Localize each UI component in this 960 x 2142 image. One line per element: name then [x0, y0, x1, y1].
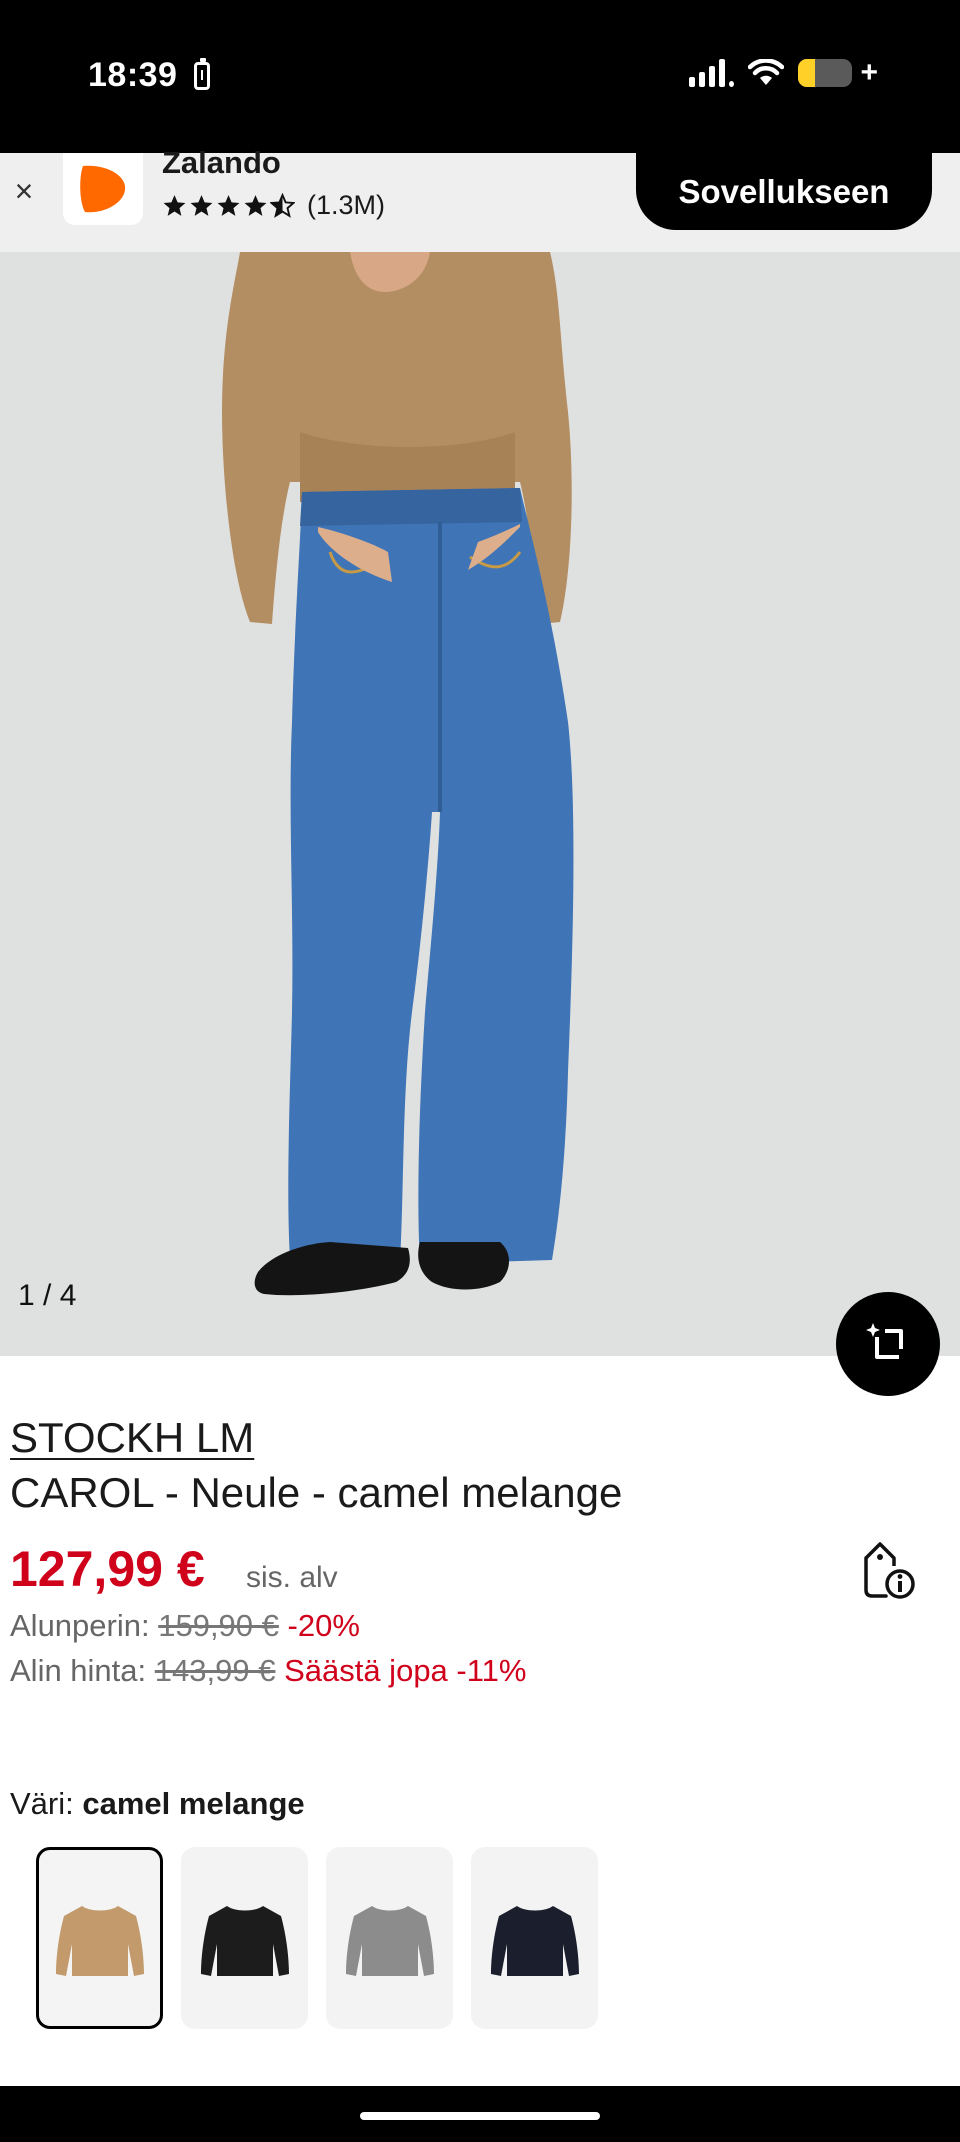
star-icon [163, 195, 186, 216]
color-swatch[interactable] [326, 1847, 453, 2029]
star-icon [190, 195, 213, 216]
signal-icon [689, 59, 735, 87]
status-bar: 18:39 + [0, 0, 960, 153]
discount-badge: -20% [287, 1608, 360, 1643]
sweater-thumbnail [200, 1906, 289, 1976]
shop-the-look-button[interactable] [836, 1292, 940, 1396]
half-star-icon [270, 193, 295, 218]
color-swatches [36, 1847, 598, 2029]
color-label: Väri: [10, 1786, 74, 1821]
rating-stars [162, 193, 295, 218]
original-price-row: Alunperin: 159,90 € -20% [10, 1608, 360, 1644]
product-title: CAROL - Neule - camel melange [10, 1469, 623, 1516]
charging-icon: + [860, 56, 878, 89]
battery-icon [798, 59, 853, 87]
color-swatch[interactable] [471, 1847, 598, 2029]
zalando-logo-icon [63, 153, 143, 225]
price-info-icon[interactable] [856, 1538, 916, 1600]
product-image[interactable]: 1 / 4 [0, 252, 960, 1356]
home-indicator[interactable] [360, 2112, 600, 2120]
color-label-row: Väri: camel melange [10, 1786, 305, 1822]
sweater-thumbnail [345, 1906, 434, 1976]
star-icon [217, 195, 240, 216]
status-time: 18:39 [88, 56, 178, 94]
sweater-thumbnail [55, 1906, 144, 1976]
app-name: Zalando [162, 145, 281, 180]
original-price-label: Alunperin: [10, 1608, 150, 1643]
product-photo [0, 252, 960, 1356]
close-icon[interactable]: × [8, 175, 40, 207]
status-icons: + [689, 58, 878, 88]
original-price: 159,90 € [158, 1608, 279, 1643]
vat-note: sis. alv [246, 1561, 338, 1594]
lowest-saving: Säästä jopa -11% [284, 1653, 527, 1688]
lowest-price-row: Alin hinta: 143,99 € Säästä jopa -11% [10, 1653, 526, 1689]
color-swatch[interactable] [36, 1847, 163, 2029]
sweater-thumbnail [490, 1906, 579, 1976]
lowest-price: 143,99 € [154, 1653, 276, 1688]
product-price: 127,99 € [10, 1541, 205, 1597]
image-counter: 1 / 4 [18, 1279, 77, 1312]
rating-count: (1.3M) [307, 190, 386, 220]
lowest-price-label: Alin hinta: [10, 1653, 147, 1688]
app-install-banner: × Zalando (1.3M) Sovellukseen [0, 145, 960, 252]
battery-saver-icon [194, 58, 210, 90]
crop-sparkle-icon [866, 1323, 903, 1359]
open-in-app-button[interactable]: Sovellukseen [636, 153, 932, 230]
color-swatch[interactable] [181, 1847, 308, 2029]
wifi-icon [748, 59, 785, 85]
app-rating: (1.3M) [162, 190, 385, 221]
selected-color: camel melange [82, 1786, 305, 1821]
brand-link[interactable]: STOCKH LM [10, 1414, 254, 1462]
battery-level [798, 59, 815, 87]
star-icon [244, 195, 267, 216]
